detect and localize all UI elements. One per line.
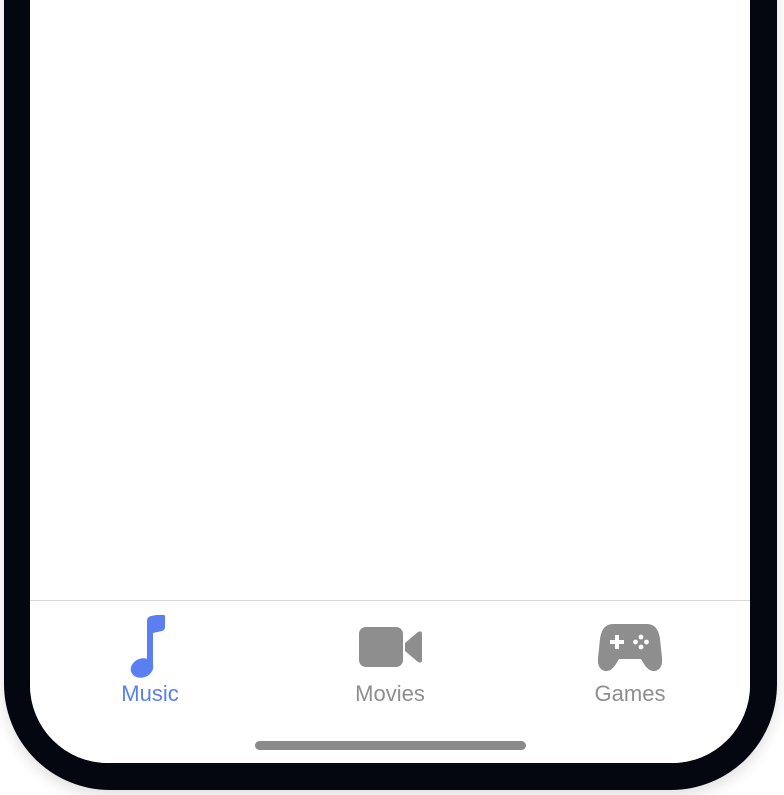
gamepad-icon xyxy=(595,615,665,679)
tab-label: Games xyxy=(594,681,666,706)
tab-bar: Music Movies Games xyxy=(30,600,750,763)
content-area xyxy=(30,0,750,600)
music-note-icon xyxy=(115,615,185,679)
tab-music[interactable]: Music xyxy=(30,615,270,715)
tab-label: Movies xyxy=(355,681,425,706)
tab-label: Music xyxy=(121,681,179,706)
tab-games[interactable]: Games xyxy=(510,615,750,715)
home-indicator[interactable] xyxy=(255,741,526,750)
video-camera-icon xyxy=(355,615,425,679)
tab-movies[interactable]: Movies xyxy=(270,615,510,715)
phone-screen: Music Movies Games xyxy=(30,0,750,763)
